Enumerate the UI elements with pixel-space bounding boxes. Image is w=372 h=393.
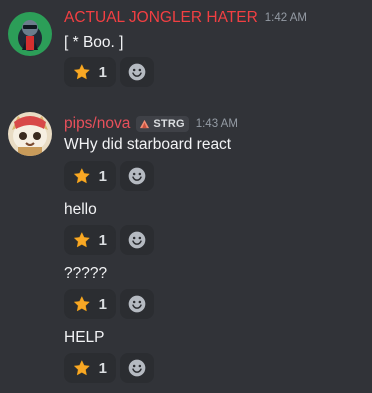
star-reaction-button[interactable]: 1 bbox=[64, 289, 116, 319]
timestamp[interactable]: 1:42 AM bbox=[265, 12, 307, 24]
reaction-bar: 1 bbox=[64, 225, 154, 255]
add-reaction-button[interactable] bbox=[120, 57, 154, 87]
username[interactable]: ACTUAL JONGLER HATER bbox=[64, 9, 258, 27]
message-header: pips/nova STRG 1:43 AM bbox=[64, 114, 238, 134]
reaction-count: 1 bbox=[98, 63, 107, 81]
smile-icon bbox=[127, 358, 147, 378]
message-header: ACTUAL JONGLER HATER 1:42 AM bbox=[64, 8, 307, 28]
star-emoji-icon bbox=[73, 62, 91, 82]
reaction-bar: 1 bbox=[64, 161, 154, 191]
message-group: ACTUAL JONGLER HATER 1:42 AM [ * Boo. ] … bbox=[0, 0, 372, 96]
reaction-count: 1 bbox=[98, 231, 107, 249]
reaction-count: 1 bbox=[98, 167, 107, 185]
star-reaction-button[interactable]: 1 bbox=[64, 225, 116, 255]
star-emoji-icon bbox=[73, 166, 91, 186]
smile-icon bbox=[127, 294, 147, 314]
avatar-image bbox=[8, 112, 52, 156]
add-reaction-button[interactable] bbox=[120, 353, 154, 383]
reaction-bar: 1 bbox=[64, 353, 154, 383]
message-group: pips/nova STRG 1:43 AM WHy did starboard… bbox=[0, 104, 372, 393]
message-text: WHy did starboard react bbox=[64, 136, 232, 153]
timestamp[interactable]: 1:43 AM bbox=[196, 118, 238, 130]
server-tag-badge[interactable]: STRG bbox=[136, 116, 189, 132]
message-text: HELP bbox=[64, 329, 105, 346]
star-reaction-button[interactable]: 1 bbox=[64, 57, 116, 87]
star-emoji-icon bbox=[73, 294, 91, 314]
smile-icon bbox=[127, 230, 147, 250]
smile-icon bbox=[127, 166, 147, 186]
reaction-count: 1 bbox=[98, 359, 107, 377]
message-text: hello bbox=[64, 201, 97, 218]
message-text: [ * Boo. ] bbox=[64, 34, 124, 51]
smile-icon bbox=[127, 62, 147, 82]
star-emoji-icon bbox=[73, 230, 91, 250]
reaction-bar: 1 bbox=[64, 289, 154, 319]
message-text: ????? bbox=[64, 265, 108, 282]
user-avatar[interactable] bbox=[8, 12, 52, 56]
star-reaction-button[interactable]: 1 bbox=[64, 161, 116, 191]
avatar-image bbox=[8, 12, 52, 56]
add-reaction-button[interactable] bbox=[120, 289, 154, 319]
add-reaction-button[interactable] bbox=[120, 225, 154, 255]
username[interactable]: pips/nova bbox=[64, 115, 130, 133]
tag-label: STRG bbox=[153, 118, 185, 130]
user-avatar[interactable] bbox=[8, 112, 52, 156]
add-reaction-button[interactable] bbox=[120, 161, 154, 191]
star-reaction-button[interactable]: 1 bbox=[64, 353, 116, 383]
tent-icon bbox=[140, 119, 150, 128]
reaction-bar: 1 bbox=[64, 57, 154, 87]
star-emoji-icon bbox=[73, 358, 91, 378]
reaction-count: 1 bbox=[98, 295, 107, 313]
